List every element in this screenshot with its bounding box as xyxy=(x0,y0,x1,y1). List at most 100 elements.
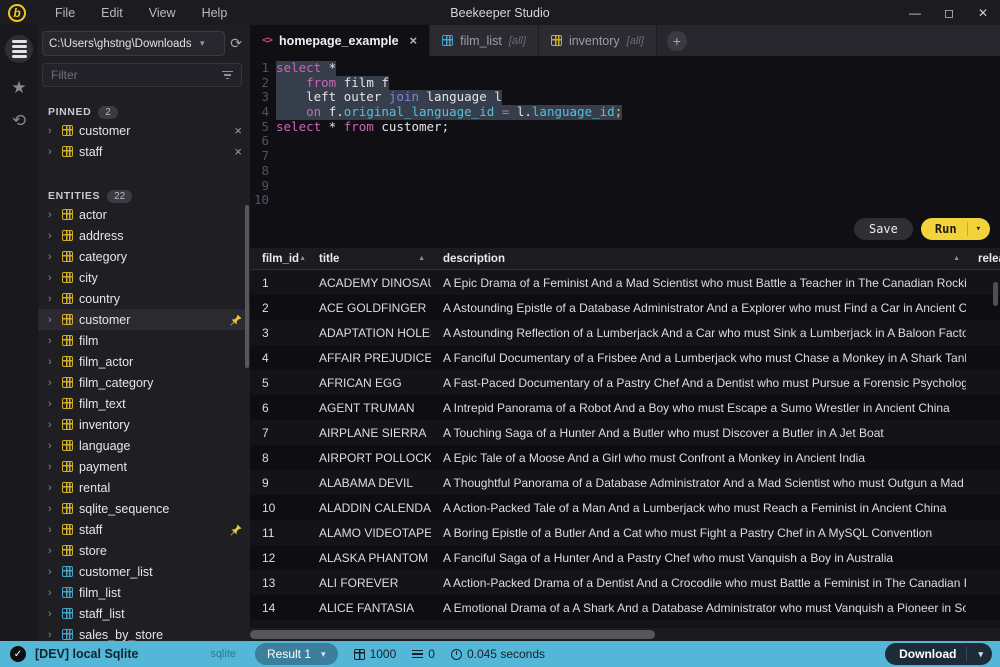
chevron-right-icon[interactable]: › xyxy=(48,377,56,389)
chevron-right-icon[interactable]: › xyxy=(48,545,56,557)
entity-item-actor[interactable]: ›actor xyxy=(38,204,250,225)
sort-asc-icon[interactable]: ▲ xyxy=(953,255,960,262)
chevron-right-icon[interactable]: › xyxy=(48,398,56,410)
entity-item-film_text[interactable]: ›film_text xyxy=(38,393,250,414)
chevron-right-icon[interactable]: › xyxy=(48,503,56,515)
download-options-caret-icon[interactable]: ▾ xyxy=(978,649,983,660)
table-icon xyxy=(62,524,73,535)
chevron-right-icon[interactable]: › xyxy=(48,209,56,221)
chevron-right-icon[interactable]: › xyxy=(48,125,56,137)
menu-help[interactable]: Help xyxy=(191,3,239,23)
entity-item-inventory[interactable]: ›inventory xyxy=(38,414,250,435)
table-row[interactable]: 1ACADEMY DINOSAURA Epic Drama of a Femin… xyxy=(250,270,1000,295)
database-select[interactable]: C:\Users\ghstng\Downloads ▾ xyxy=(42,31,225,56)
chevron-right-icon[interactable]: › xyxy=(48,461,56,473)
chevron-right-icon[interactable]: › xyxy=(48,146,56,158)
entity-item-language[interactable]: ›language xyxy=(38,435,250,456)
chevron-right-icon[interactable]: › xyxy=(48,251,56,263)
table-row[interactable]: 14ALICE FANTASIAA Emotional Drama of a A… xyxy=(250,595,1000,620)
menu-file[interactable]: File xyxy=(44,3,86,23)
tab-film_list[interactable]: film_list[all] xyxy=(430,25,539,56)
menu-view[interactable]: View xyxy=(138,3,187,23)
tables-panel-button[interactable] xyxy=(5,35,33,63)
filter-input[interactable]: Filter xyxy=(42,63,242,87)
save-button[interactable]: Save xyxy=(854,218,913,240)
chevron-right-icon[interactable]: › xyxy=(48,314,56,326)
sort-asc-icon[interactable]: ▲ xyxy=(418,255,425,262)
entity-item-film_list[interactable]: ›film_list xyxy=(38,582,250,603)
sidebar-scrollbar[interactable] xyxy=(245,205,249,368)
chevron-right-icon[interactable]: › xyxy=(48,230,56,242)
download-button[interactable]: Download ▾ xyxy=(885,643,992,665)
pinned-item-staff[interactable]: ›staff× xyxy=(38,141,250,162)
column-header-description[interactable]: description▲ xyxy=(431,253,966,265)
close-button[interactable]: ✕ xyxy=(966,0,1000,25)
run-options-caret-icon[interactable]: ▾ xyxy=(976,224,981,234)
chevron-right-icon[interactable]: › xyxy=(48,440,56,452)
menu-edit[interactable]: Edit xyxy=(90,3,134,23)
entity-item-film[interactable]: ›film xyxy=(38,330,250,351)
table-row[interactable]: 4AFFAIR PREJUDICEA Fanciful Documentary … xyxy=(250,345,1000,370)
entity-item-category[interactable]: ›category xyxy=(38,246,250,267)
sort-asc-icon[interactable]: ▲ xyxy=(299,255,306,262)
unpin-close-icon[interactable]: × xyxy=(234,123,242,138)
table-row[interactable]: 7AIRPLANE SIERRAA Touching Saga of a Hun… xyxy=(250,420,1000,445)
chevron-right-icon[interactable]: › xyxy=(48,356,56,368)
table-row[interactable]: 2ACE GOLDFINGERA Astounding Epistle of a… xyxy=(250,295,1000,320)
new-tab-button[interactable]: + xyxy=(667,31,687,51)
sql-editor[interactable]: 1select *2 from film f3 left outer join … xyxy=(250,56,1000,248)
history-button[interactable]: ⟲ xyxy=(12,112,26,129)
entity-item-customer[interactable]: ›customer xyxy=(38,309,250,330)
entity-item-sqlite_sequence[interactable]: ›sqlite_sequence xyxy=(38,498,250,519)
column-header-title[interactable]: title▲ xyxy=(307,253,431,265)
hscrollbar-thumb[interactable] xyxy=(250,630,655,639)
entity-item-customer_list[interactable]: ›customer_list xyxy=(38,561,250,582)
result-selector-button[interactable]: Result 1 ▾ xyxy=(255,643,338,665)
chevron-right-icon[interactable]: › xyxy=(48,482,56,494)
table-row[interactable]: 3ADAPTATION HOLESA Astounding Reflection… xyxy=(250,320,1000,345)
table-row[interactable]: 6AGENT TRUMANA Intrepid Panorama of a Ro… xyxy=(250,395,1000,420)
unpin-close-icon[interactable]: × xyxy=(234,144,242,159)
table-row[interactable]: 15ALIEN CENTERA Brilliant Drama of a Cat… xyxy=(250,620,1000,628)
chevron-right-icon[interactable]: › xyxy=(48,419,56,431)
table-row[interactable]: 9ALABAMA DEVILA Thoughtful Panorama of a… xyxy=(250,470,1000,495)
chevron-right-icon[interactable]: › xyxy=(48,608,56,620)
column-header-film_id[interactable]: film_id▲ xyxy=(250,253,307,265)
tab-homepage_example[interactable]: <>homepage_example× xyxy=(250,25,430,56)
table-row[interactable]: 10ALADDIN CALENDARA Action-Packed Tale o… xyxy=(250,495,1000,520)
entity-item-staff[interactable]: ›staff xyxy=(38,519,250,540)
entity-item-staff_list[interactable]: ›staff_list xyxy=(38,603,250,624)
entity-item-country[interactable]: ›country xyxy=(38,288,250,309)
tab-close-icon[interactable]: × xyxy=(410,33,418,48)
tab-inventory[interactable]: inventory[all] xyxy=(539,25,657,56)
chevron-right-icon[interactable]: › xyxy=(48,293,56,305)
table-row[interactable]: 11ALAMO VIDEOTAPEA Boring Epistle of a B… xyxy=(250,520,1000,545)
entity-item-store[interactable]: ›store xyxy=(38,540,250,561)
column-header-release_year[interactable]: release_year xyxy=(966,253,1000,265)
run-button[interactable]: Run ▾ xyxy=(921,218,990,240)
results-horizontal-scrollbar[interactable] xyxy=(250,628,1000,641)
chevron-right-icon[interactable]: › xyxy=(48,629,56,641)
chevron-right-icon[interactable]: › xyxy=(48,335,56,347)
table-row[interactable]: 12ALASKA PHANTOMA Fanciful Saga of a Hun… xyxy=(250,545,1000,570)
maximize-button[interactable]: ◻ xyxy=(932,0,966,25)
entity-item-rental[interactable]: ›rental xyxy=(38,477,250,498)
table-row[interactable]: 13ALI FOREVERA Action-Packed Drama of a … xyxy=(250,570,1000,595)
table-row[interactable]: 8AIRPORT POLLOCKA Epic Tale of a Moose A… xyxy=(250,445,1000,470)
chevron-right-icon[interactable]: › xyxy=(48,524,56,536)
favorites-button[interactable]: ★ xyxy=(11,79,26,96)
entity-item-city[interactable]: ›city xyxy=(38,267,250,288)
entity-item-address[interactable]: ›address xyxy=(38,225,250,246)
minimize-button[interactable]: — xyxy=(898,0,932,25)
results-vertical-scrollbar[interactable] xyxy=(993,282,998,306)
pinned-item-customer[interactable]: ›customer× xyxy=(38,120,250,141)
chevron-right-icon[interactable]: › xyxy=(48,272,56,284)
chevron-right-icon[interactable]: › xyxy=(48,587,56,599)
entity-item-sales_by_store[interactable]: ›sales_by_store xyxy=(38,624,250,641)
chevron-right-icon[interactable]: › xyxy=(48,566,56,578)
table-row[interactable]: 5AFRICAN EGGA Fast-Paced Documentary of … xyxy=(250,370,1000,395)
refresh-button[interactable]: ⟳ xyxy=(230,35,242,52)
entity-item-film_category[interactable]: ›film_category xyxy=(38,372,250,393)
entity-item-payment[interactable]: ›payment xyxy=(38,456,250,477)
entity-item-film_actor[interactable]: ›film_actor xyxy=(38,351,250,372)
